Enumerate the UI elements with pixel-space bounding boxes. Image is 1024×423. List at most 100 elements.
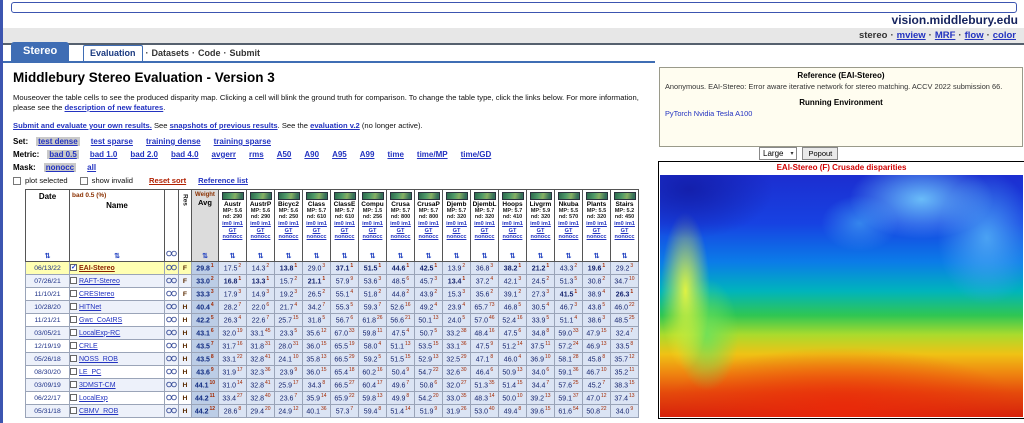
- new-features-link[interactable]: description of new features: [65, 103, 164, 112]
- result-cell[interactable]: 32.019: [219, 327, 247, 340]
- result-cell[interactable]: 52.416: [499, 314, 527, 327]
- method-link[interactable]: Gwc_CoAtRS: [79, 317, 122, 324]
- result-cell[interactable]: 34.88: [527, 327, 555, 340]
- images-link-crusap[interactable]: im0 im1: [418, 221, 439, 228]
- result-cell[interactable]: 31.716: [219, 340, 247, 353]
- row-checkbox[interactable]: [70, 329, 77, 336]
- sort-name-button[interactable]: ⇅: [114, 252, 120, 260]
- result-cell[interactable]: 23.67: [275, 392, 303, 405]
- result-cell[interactable]: 60.216: [359, 366, 387, 379]
- result-cell[interactable]: 47.59: [471, 340, 499, 353]
- metric-option-time-mp[interactable]: time/MP: [415, 150, 450, 159]
- images-link-nkuba[interactable]: im0 im1: [558, 221, 579, 228]
- result-cell[interactable]: 67.033: [331, 327, 359, 340]
- result-cell[interactable]: 53.515: [415, 340, 443, 353]
- sort-stairs-button[interactable]: ⇅: [622, 252, 628, 260]
- mask-link-livgrm[interactable]: nonocc: [531, 234, 551, 241]
- result-cell[interactable]: 45.88: [583, 353, 611, 366]
- metric-option-time[interactable]: time: [385, 150, 405, 159]
- snapshots-link[interactable]: snapshots of previous results: [170, 121, 278, 130]
- result-cell[interactable]: 29.420: [247, 405, 275, 418]
- result-cell[interactable]: 25.715: [275, 314, 303, 327]
- row-checkbox[interactable]: [70, 316, 77, 323]
- reference-list-link[interactable]: Reference list: [198, 176, 248, 185]
- result-cell[interactable]: 31.85: [303, 314, 331, 327]
- images-link-classe[interactable]: im0 im1: [334, 221, 355, 228]
- result-cell[interactable]: 33.035: [443, 392, 471, 405]
- result-cell[interactable]: 36.83: [471, 262, 499, 275]
- result-cell[interactable]: 57.625: [555, 379, 583, 392]
- dataset-thumbnail-djemb[interactable]: [446, 192, 468, 200]
- result-cell[interactable]: 46.913: [583, 340, 611, 353]
- result-cell[interactable]: 33.58: [611, 340, 639, 353]
- glasses-icon[interactable]: [166, 342, 177, 349]
- result-cell[interactable]: 21.74: [275, 301, 303, 314]
- glasses-icon[interactable]: [166, 290, 177, 297]
- result-cell[interactable]: 55.35: [331, 301, 359, 314]
- result-cell[interactable]: 35.914: [303, 392, 331, 405]
- mask-link-compu[interactable]: nonocc: [363, 234, 383, 241]
- result-cell[interactable]: 49.98: [387, 392, 415, 405]
- result-cell[interactable]: 37.511: [527, 340, 555, 353]
- result-cell[interactable]: 31.926: [443, 405, 471, 418]
- images-link-austr[interactable]: im0 im1: [222, 221, 243, 228]
- mask-link-classe[interactable]: nonocc: [335, 234, 355, 241]
- result-cell[interactable]: 34.27: [303, 301, 331, 314]
- result-cell[interactable]: 54.220: [415, 392, 443, 405]
- result-cell[interactable]: 59.813: [359, 392, 387, 405]
- sort-compu-button[interactable]: ⇅: [370, 252, 376, 260]
- result-cell[interactable]: 28.68: [219, 405, 247, 418]
- result-cell[interactable]: 58.04: [359, 340, 387, 353]
- result-cell[interactable]: 33.95: [527, 314, 555, 327]
- images-link-austrp[interactable]: im0 im1: [250, 221, 271, 228]
- result-cell[interactable]: 34.09: [611, 405, 639, 418]
- metric-option-bad-2-0[interactable]: bad 2.0: [128, 150, 160, 159]
- result-cell[interactable]: 51.414: [387, 405, 415, 418]
- sort-plants-button[interactable]: ⇅: [594, 252, 600, 260]
- images-link-plants[interactable]: im0 im1: [586, 221, 607, 228]
- result-cell[interactable]: 39.213: [527, 392, 555, 405]
- result-cell[interactable]: 50.86: [415, 379, 443, 392]
- result-cell[interactable]: 46.022: [611, 301, 639, 314]
- mask-link-crusa[interactable]: nonocc: [391, 234, 411, 241]
- result-cell[interactable]: 52.913: [415, 353, 443, 366]
- images-link-hoops[interactable]: im0 im1: [502, 221, 523, 228]
- result-avg-cell[interactable]: 33.33: [192, 288, 219, 301]
- result-cell[interactable]: 21.11: [303, 275, 331, 288]
- gt-link-stairs[interactable]: GT: [621, 228, 629, 235]
- gt-link-djembl[interactable]: GT: [481, 228, 489, 235]
- nav-link-mrf[interactable]: MRF: [935, 30, 956, 41]
- result-cell[interactable]: 31.917: [219, 366, 247, 379]
- row-checkbox[interactable]: [70, 355, 77, 362]
- result-cell[interactable]: 46.85: [499, 301, 527, 314]
- row-checkbox[interactable]: [70, 264, 77, 271]
- result-cell[interactable]: 22.67: [247, 314, 275, 327]
- metric-option-a95[interactable]: A95: [330, 150, 349, 159]
- result-cell[interactable]: 19.23: [275, 288, 303, 301]
- glasses-icon[interactable]: [166, 329, 177, 336]
- gt-link-crusap[interactable]: GT: [425, 228, 433, 235]
- result-cell[interactable]: 32.841: [247, 379, 275, 392]
- result-cell[interactable]: 46.04: [499, 353, 527, 366]
- row-checkbox[interactable]: [70, 407, 77, 414]
- result-avg-cell[interactable]: 43.57: [192, 340, 219, 353]
- result-cell[interactable]: 29.03: [303, 262, 331, 275]
- sort-class-button[interactable]: ⇅: [314, 252, 320, 260]
- result-cell[interactable]: 30.54: [527, 301, 555, 314]
- result-cell[interactable]: 25.917: [275, 379, 303, 392]
- tab-code[interactable]: Code: [198, 48, 221, 58]
- result-cell[interactable]: 59.136: [555, 366, 583, 379]
- mask-link-plants[interactable]: nonocc: [587, 234, 607, 241]
- result-cell[interactable]: 41.51: [555, 288, 583, 301]
- result-avg-cell[interactable]: 44.212: [192, 405, 219, 418]
- show-invalid-checkbox[interactable]: [80, 177, 88, 185]
- result-cell[interactable]: 51.335: [471, 379, 499, 392]
- result-cell[interactable]: 48.525: [611, 314, 639, 327]
- method-link[interactable]: EAI-Stereo: [79, 265, 115, 272]
- result-cell[interactable]: 53.63: [359, 275, 387, 288]
- method-link[interactable]: RAFT-Stereo: [79, 278, 120, 285]
- result-cell[interactable]: 53.040: [471, 405, 499, 418]
- result-cell[interactable]: 34.710: [611, 275, 639, 288]
- gt-link-class[interactable]: GT: [313, 228, 321, 235]
- mask-link-austrp[interactable]: nonocc: [251, 234, 271, 241]
